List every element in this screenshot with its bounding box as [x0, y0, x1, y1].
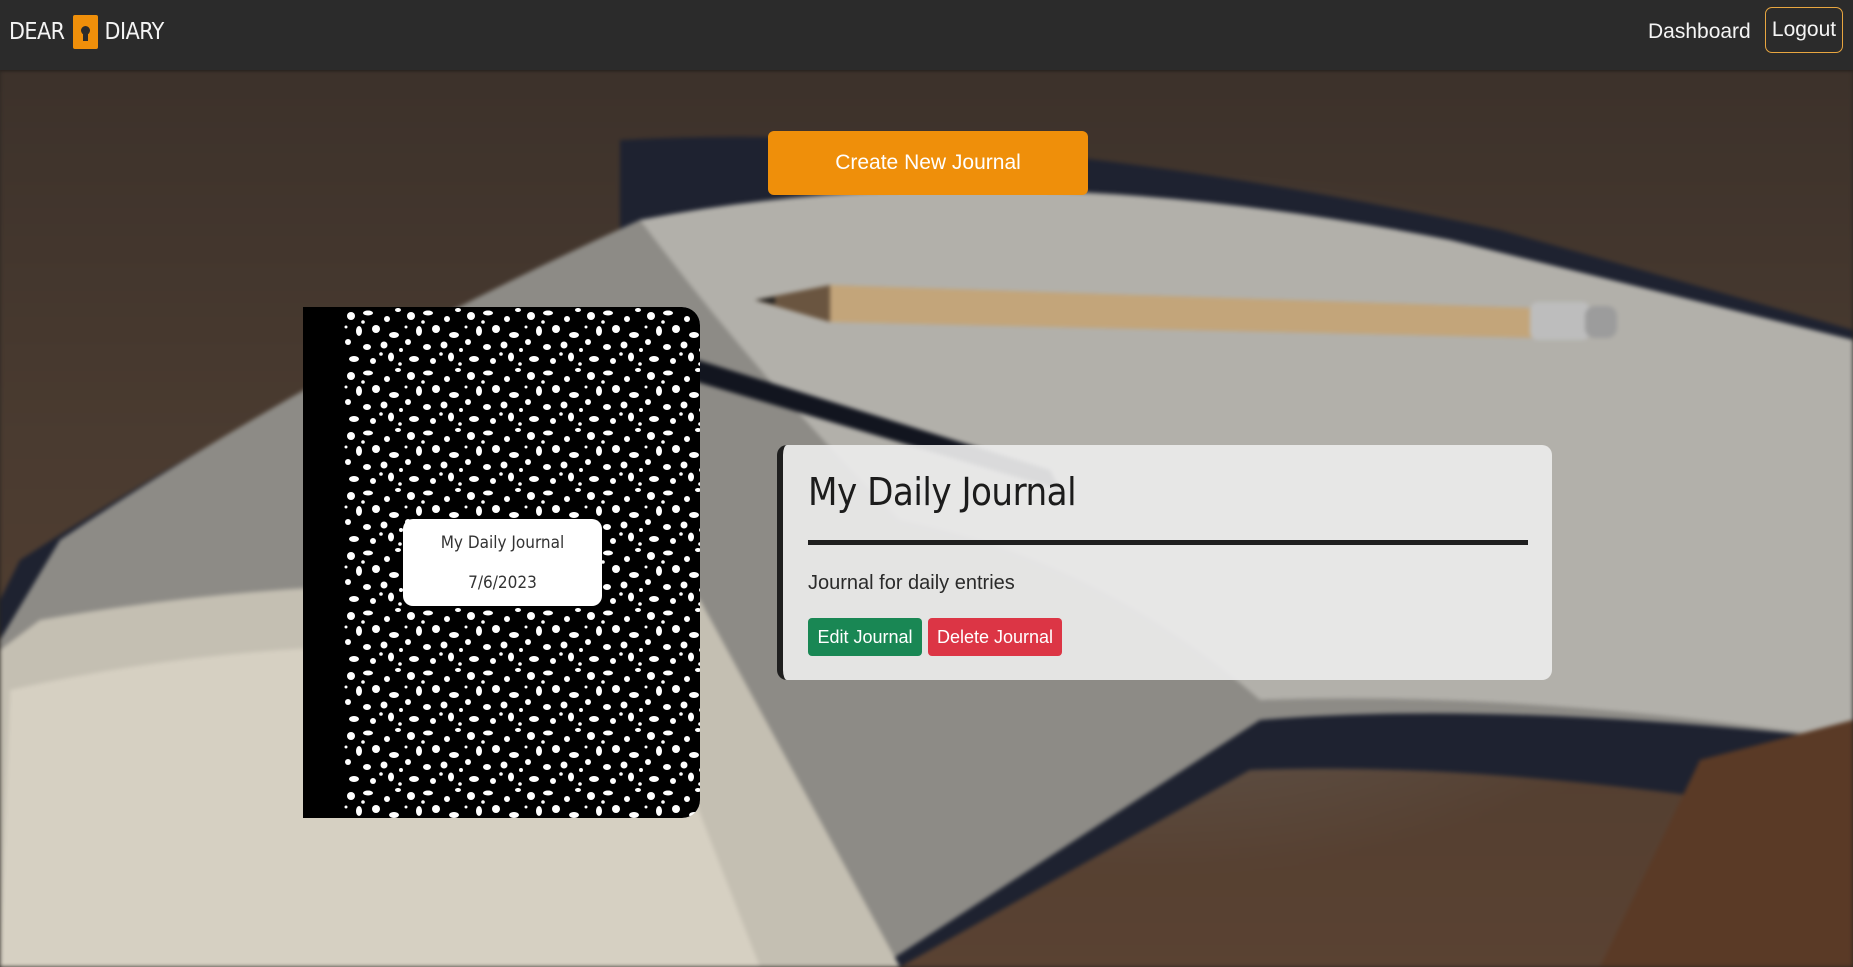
- journal-cover[interactable]: My Daily Journal 7/6/2023: [303, 307, 700, 818]
- brand-logo[interactable]: DEAR DIARY: [9, 14, 164, 50]
- create-new-journal-button[interactable]: Create New Journal: [768, 131, 1088, 195]
- journal-description: Journal for daily entries: [808, 572, 1015, 594]
- logout-button[interactable]: Logout: [1765, 7, 1843, 53]
- brand-text-diary: DIARY: [104, 19, 165, 45]
- journal-title: My Daily Journal: [808, 470, 1077, 514]
- nav-dashboard-link[interactable]: Dashboard: [1648, 20, 1751, 44]
- cover-title: My Daily Journal: [440, 532, 565, 553]
- notebook-spine: [303, 307, 343, 818]
- keyhole-lock-icon: [72, 15, 98, 49]
- navbar: DEAR DIARY Dashboard Logout: [0, 0, 1853, 70]
- delete-journal-button[interactable]: Delete Journal: [928, 618, 1062, 656]
- journal-card: My Daily Journal Journal for daily entri…: [777, 445, 1552, 680]
- brand-text-dear: DEAR: [9, 19, 65, 45]
- title-divider: [808, 540, 1528, 545]
- cover-label: My Daily Journal 7/6/2023: [403, 519, 602, 606]
- cover-date: 7/6/2023: [468, 572, 537, 593]
- edit-journal-button[interactable]: Edit Journal: [808, 618, 922, 656]
